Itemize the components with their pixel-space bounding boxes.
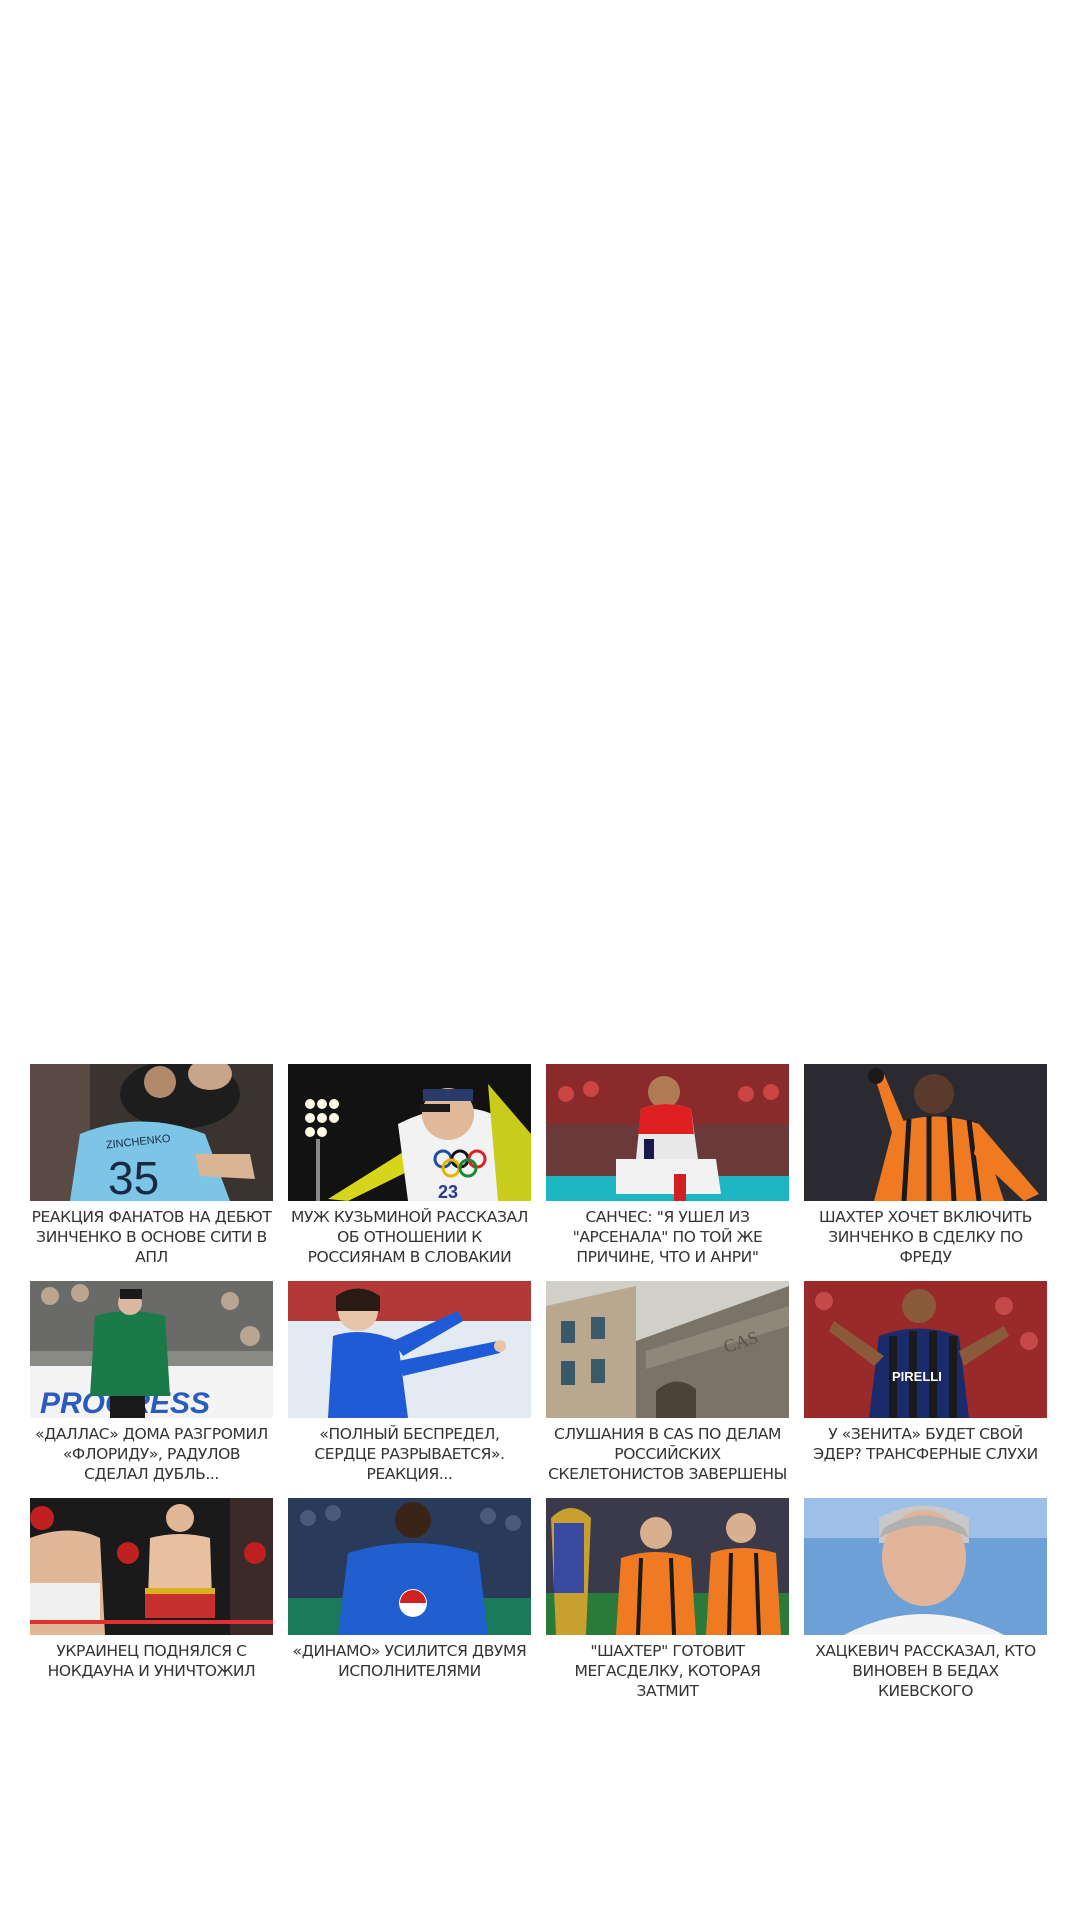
news-thumbnail — [546, 1064, 789, 1201]
news-card[interactable]: PIRELLI У «ЗЕНИТА» БУДЕТ СВОЙ ЭДЕР? ТРАН… — [804, 1281, 1047, 1488]
news-thumbnail: CAS — [546, 1281, 789, 1418]
news-thumbnail — [288, 1281, 531, 1418]
news-thumbnail — [288, 1498, 531, 1635]
arsenal-player-photo-icon — [546, 1064, 789, 1201]
news-card[interactable]: 23 МУЖ КУЗЬМИНОЙ РАССКАЗАЛ ОБ ОТНОШЕНИИ … — [288, 1064, 531, 1271]
page: ZINCHENKO 35 РЕАКЦИЯ ФАНАТОВ НА ДЕБЮТ ЗИ… — [0, 0, 1080, 1920]
news-thumbnail: ZINCHENKO 35 — [30, 1064, 273, 1201]
news-card[interactable]: САНЧЕС: "Я УШЕЛ ИЗ "АРСЕНАЛА" ПО ТОЙ ЖЕ … — [546, 1064, 789, 1271]
news-title: У «ЗЕНИТА» БУДЕТ СВОЙ ЭДЕР? ТРАНСФЕРНЫЕ … — [813, 1425, 1038, 1463]
news-card[interactable]: УКРАИНЕЦ ПОДНЯЛСЯ С НОКДАУНА И УНИЧТОЖИЛ — [30, 1498, 273, 1705]
news-title: «ДАЛЛАС» ДОМА РАЗГРОМИЛ «ФЛОРИДУ», РАДУЛ… — [35, 1425, 268, 1483]
news-card[interactable]: PROGRESS «ДАЛЛАС» ДОМА РАЗГРОМИЛ «ФЛОРИД… — [30, 1281, 273, 1488]
news-card[interactable]: «ПОЛНЫЙ БЕСПРЕДЕЛ, СЕРДЦЕ РАЗРЫВАЕТСЯ». … — [288, 1281, 531, 1488]
news-thumbnail — [546, 1498, 789, 1635]
inter-player-photo-icon: PIRELLI — [804, 1281, 1047, 1418]
news-title: УКРАИНЕЦ ПОДНЯЛСЯ С НОКДАУНА И УНИЧТОЖИЛ — [47, 1642, 256, 1680]
news-thumbnail — [804, 1498, 1047, 1635]
news-thumbnail — [30, 1498, 273, 1635]
shakhtar-player-photo-icon — [804, 1064, 1047, 1201]
news-card[interactable]: "ШАХТЕР" ГОТОВИТ МЕГАСДЕЛКУ, КОТОРАЯ ЗАТ… — [546, 1498, 789, 1705]
hockey-player-photo-icon: PROGRESS — [30, 1281, 273, 1418]
news-thumbnail — [804, 1064, 1047, 1201]
blue-kit-player-photo-icon — [288, 1498, 531, 1635]
news-card[interactable]: ХАЦКЕВИЧ РАССКАЗАЛ, КТО ВИНОВЕН В БЕДАХ … — [804, 1498, 1047, 1705]
football-player-photo-icon: ZINCHENKO 35 — [30, 1064, 273, 1201]
figure-skater-photo-icon — [288, 1281, 531, 1418]
news-title: ШАХТЕР ХОЧЕТ ВКЛЮЧИТЬ ЗИНЧЕНКО В СДЕЛКУ … — [819, 1208, 1032, 1266]
news-title: СЛУШАНИЯ В CAS ПО ДЕЛАМ РОССИЙСКИХ СКЕЛЕ… — [548, 1425, 787, 1483]
bib-number: 23 — [438, 1182, 458, 1201]
trophy-celebration-photo-icon — [546, 1498, 789, 1635]
news-thumbnail: PIRELLI — [804, 1281, 1047, 1418]
news-thumbnail: PROGRESS — [30, 1281, 273, 1418]
coach-portrait-photo-icon — [804, 1498, 1047, 1635]
jersey-number: 35 — [108, 1152, 159, 1201]
news-thumbnail: 23 — [288, 1064, 531, 1201]
news-card[interactable]: ZINCHENKO 35 РЕАКЦИЯ ФАНАТОВ НА ДЕБЮТ ЗИ… — [30, 1064, 273, 1271]
news-card[interactable]: ШАХТЕР ХОЧЕТ ВКЛЮЧИТЬ ЗИНЧЕНКО В СДЕЛКУ … — [804, 1064, 1047, 1271]
news-title: "ШАХТЕР" ГОТОВИТ МЕГАСДЕЛКУ, КОТОРАЯ ЗАТ… — [574, 1642, 761, 1700]
biathlete-photo-icon: 23 — [288, 1064, 531, 1201]
news-title: РЕАКЦИЯ ФАНАТОВ НА ДЕБЮТ ЗИНЧЕНКО В ОСНО… — [31, 1208, 272, 1266]
news-card[interactable]: «ДИНАМО» УСИЛИТСЯ ДВУМЯ ИСПОЛНИТЕЛЯМИ — [288, 1498, 531, 1705]
news-card[interactable]: CAS СЛУШАНИЯ В CAS ПО ДЕЛАМ РОССИЙСКИХ С… — [546, 1281, 789, 1488]
news-title: САНЧЕС: "Я УШЕЛ ИЗ "АРСЕНАЛА" ПО ТОЙ ЖЕ … — [572, 1208, 763, 1266]
building-photo-icon: CAS — [546, 1281, 789, 1418]
boxers-photo-icon — [30, 1498, 273, 1635]
news-title: ХАЦКЕВИЧ РАССКАЗАЛ, КТО ВИНОВЕН В БЕДАХ … — [815, 1642, 1036, 1700]
shirt-sponsor: PIRELLI — [892, 1369, 942, 1384]
news-title: «ПОЛНЫЙ БЕСПРЕДЕЛ, СЕРДЦЕ РАЗРЫВАЕТСЯ». … — [314, 1425, 505, 1483]
news-grid: ZINCHENKO 35 РЕАКЦИЯ ФАНАТОВ НА ДЕБЮТ ЗИ… — [30, 1064, 1050, 1705]
news-title: «ДИНАМО» УСИЛИТСЯ ДВУМЯ ИСПОЛНИТЕЛЯМИ — [292, 1642, 527, 1680]
news-title: МУЖ КУЗЬМИНОЙ РАССКАЗАЛ ОБ ОТНОШЕНИИ К Р… — [290, 1208, 528, 1266]
